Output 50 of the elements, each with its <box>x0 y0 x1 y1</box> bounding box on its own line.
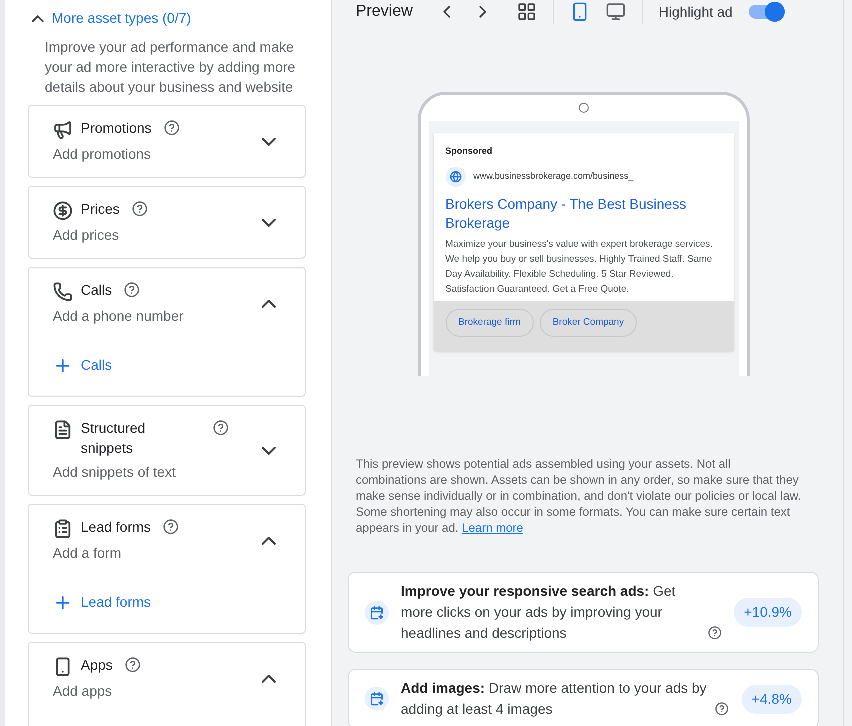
help-icon[interactable] <box>164 120 180 136</box>
more-asset-types-toggle[interactable]: More asset types (0/7) <box>28 8 306 29</box>
asset-title: Apps <box>81 656 113 675</box>
recommendation-icon <box>365 600 389 624</box>
document-icon <box>53 420 73 440</box>
asset-title: Structured snippets <box>81 419 147 458</box>
uplift-badge: +4.8% <box>742 684 802 714</box>
phone-icon <box>53 282 73 302</box>
help-icon[interactable] <box>132 201 148 217</box>
globe-icon <box>446 166 466 186</box>
sitelink-chip[interactable]: Broker Company <box>540 308 638 337</box>
asset-title: Promotions <box>81 119 152 138</box>
add-asset-button[interactable]: Lead forms <box>53 592 152 613</box>
desktop-view-icon[interactable] <box>606 2 626 22</box>
help-icon[interactable] <box>124 282 140 298</box>
highlight-toggle[interactable] <box>748 5 785 19</box>
asset-subtitle: Add a phone number <box>53 307 185 326</box>
form-icon <box>53 519 73 539</box>
help-icon[interactable] <box>715 702 729 716</box>
asset-subtitle: Add apps <box>53 682 114 701</box>
help-icon[interactable] <box>213 420 229 436</box>
recommendation-text: Add images: Draw more attention to your ads by adding at least 4 images <box>401 679 708 719</box>
ad-description: Maximize your business's value with expert brokerage services. We help you buy or sell businesses. Highly Trained Staff. Same Day Availability. Flexible Scheduling. 5 Star Reviewed. Satisfaction Guaranteed. Get a Free Quote. <box>446 238 714 296</box>
sponsored-label: Sponsored <box>446 145 494 158</box>
help-icon[interactable] <box>708 626 722 640</box>
help-icon[interactable] <box>163 519 180 535</box>
preview-disclaimer: This preview shows potential ads assembled using your assets. Not all combinations are shown. Assets can be shown in any order, so make sure that they make sense individually or in combination, and don't violate our policies or local law. Some shortening may also occur in some formats. You can make sure certain text appears in your ad. Learn more <box>356 456 802 536</box>
asset-title: Calls <box>81 281 112 300</box>
asset-subtitle: Add snippets of text <box>53 463 177 482</box>
asset-subtitle: Add promotions <box>53 145 152 164</box>
highlight-label: Highlight ad <box>658 2 733 22</box>
recommendation-icon <box>365 687 389 711</box>
learn-more-link[interactable]: Learn more <box>462 521 524 535</box>
recommendation-text: Improve your responsive search ads: Get more clicks on your ads by improving your headlines and descriptions <box>401 582 677 643</box>
ad-url: www.businessbrokerage.com/business_ <box>474 170 634 183</box>
asset-title: Lead forms <box>81 518 152 537</box>
megaphone-icon <box>53 120 73 140</box>
camera-icon <box>578 103 588 113</box>
help-icon[interactable] <box>124 657 141 673</box>
asset-title: Prices <box>81 200 120 219</box>
sitelink-chip[interactable]: Brokerage firm <box>446 308 534 337</box>
dollar-icon <box>53 201 73 221</box>
add-asset-button[interactable]: Calls <box>53 355 112 376</box>
asset-types-description: Improve your ad performance and make your ad more interactive by adding more details about your business and website <box>44 38 297 97</box>
asset-subtitle: Add prices <box>53 226 120 245</box>
uplift-badge: +10.9% <box>734 598 802 627</box>
ad-headline[interactable]: Brokers Company - The Best Business Brokerage <box>446 194 722 232</box>
asset-subtitle: Add a form <box>53 544 122 563</box>
preview-title: Preview <box>356 2 413 22</box>
grid-icon[interactable] <box>516 2 537 22</box>
